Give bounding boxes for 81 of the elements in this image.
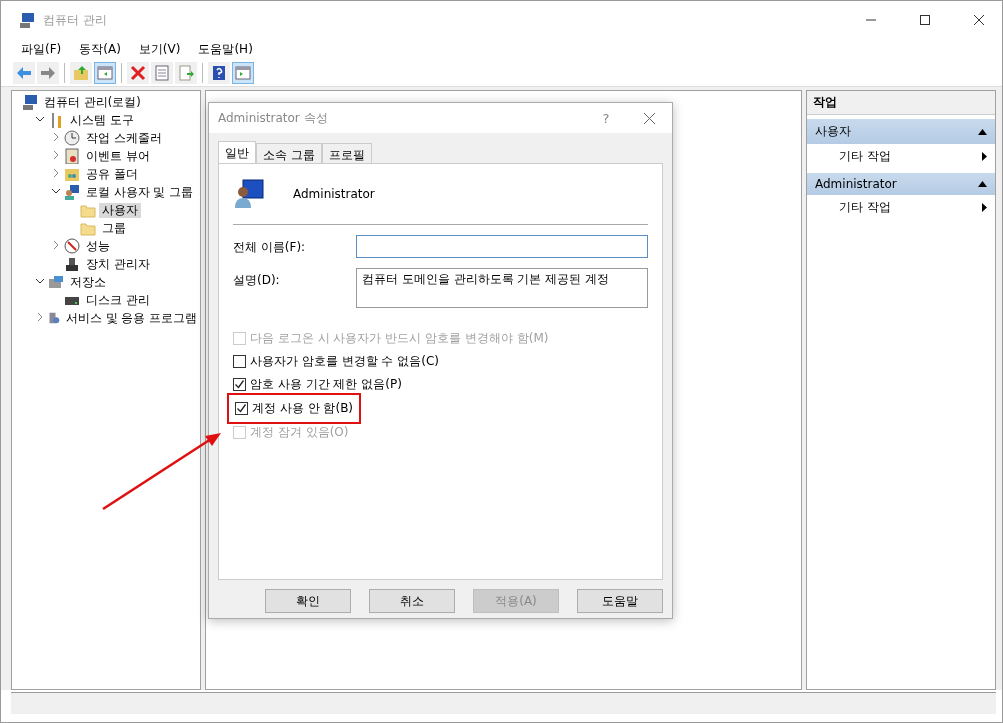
- help-icon: [211, 64, 227, 81]
- submenu-triangle-icon: [982, 203, 987, 212]
- services-icon: [48, 310, 61, 326]
- tree-item[interactable]: 그룹: [99, 220, 129, 236]
- computer-icon: [22, 94, 38, 110]
- section-title: 사용자: [815, 123, 851, 140]
- checkbox[interactable]: [233, 378, 246, 391]
- collapse-triangle-icon[interactable]: [978, 181, 987, 187]
- close-icon: [643, 112, 655, 124]
- properties-icon: [154, 64, 170, 81]
- export-icon: [178, 64, 194, 81]
- action-label: 기타 작업: [839, 199, 891, 216]
- close-icon: [974, 15, 984, 25]
- computer-icon: [19, 12, 35, 28]
- collapse-triangle-icon[interactable]: [978, 128, 987, 135]
- tree-item[interactable]: 공유 폴더: [83, 166, 141, 182]
- chevron-right-icon[interactable]: [51, 240, 61, 250]
- tree-item[interactable]: 사용자: [99, 202, 141, 218]
- window-title: 컴퓨터 관리: [43, 11, 108, 29]
- dialog-button[interactable]: 취소: [369, 589, 455, 613]
- chevron-down-icon[interactable]: [51, 186, 61, 196]
- field-label: 전체 이름(F):: [233, 239, 307, 256]
- shared-folder-icon: [64, 166, 80, 182]
- menu-item[interactable]: 보기(V): [138, 40, 181, 58]
- forward-arrow-icon: [40, 64, 56, 81]
- device-icon: [64, 256, 80, 272]
- folder-up-icon: [73, 64, 89, 81]
- maximize-icon: [920, 15, 930, 25]
- description-field[interactable]: 컴퓨터 도메인을 관리하도록 기본 제공된 계정: [356, 268, 648, 308]
- menu-item[interactable]: 도움말(H): [198, 40, 253, 58]
- action-label: 기타 작업: [839, 148, 891, 165]
- user-monitor-icon: [233, 178, 265, 210]
- input-field[interactable]: [356, 235, 648, 258]
- users-icon: [64, 184, 80, 200]
- dialog-button[interactable]: 확인: [265, 589, 351, 613]
- checkbox[interactable]: [235, 402, 248, 415]
- tree-item[interactable]: 이벤트 뷰어: [83, 148, 153, 164]
- user-name: Administrator: [293, 187, 375, 201]
- section-header[interactable]: Administrator: [807, 173, 995, 195]
- tree-pane-icon: [97, 64, 113, 81]
- chevron-down-icon[interactable]: [35, 114, 45, 124]
- action-item[interactable]: 기타 작업: [807, 195, 995, 220]
- storage-icon: [48, 274, 64, 290]
- delete-icon: [130, 64, 146, 81]
- action-pane-icon: [235, 64, 251, 81]
- dialog-title: Administrator 속성: [218, 109, 329, 127]
- checkbox-label: 사용자가 암호를 변경할 수 없음(C): [250, 353, 439, 370]
- tree-item[interactable]: 장치 관리자: [83, 256, 153, 272]
- checkbox-label: 계정 사용 안 함(B): [252, 400, 354, 417]
- tree-item[interactable]: 컴퓨터 관리(로컬): [41, 94, 144, 110]
- section-header[interactable]: 사용자: [807, 119, 995, 144]
- gauge-icon: [64, 238, 80, 254]
- submenu-triangle-icon: [982, 152, 987, 161]
- tree-item[interactable]: 디스크 관리: [83, 292, 153, 308]
- dialog-button[interactable]: 도움말: [577, 589, 663, 613]
- tree-item[interactable]: 시스템 도구: [67, 112, 137, 128]
- checkbox-label: 암호 사용 기간 제한 없음(P): [250, 376, 402, 393]
- tree-item[interactable]: 작업 스케줄러: [83, 130, 165, 146]
- field-label: 설명(D):: [233, 272, 281, 289]
- tab[interactable]: 소속 그룹: [256, 143, 322, 163]
- tab[interactable]: 일반: [218, 141, 256, 163]
- tree-item[interactable]: 성능: [83, 238, 113, 254]
- chevron-right-icon[interactable]: [35, 312, 45, 322]
- checkbox-label: 계정 잠겨 있음(O): [250, 424, 349, 441]
- menu-item[interactable]: 동작(A): [79, 40, 121, 58]
- checkbox-label: 다음 로그온 시 사용자가 반드시 암호를 변경해야 함(M): [250, 330, 549, 347]
- tree-item[interactable]: 저장소: [67, 274, 109, 290]
- section-title: Administrator: [815, 177, 897, 191]
- tab[interactable]: 프로필: [321, 143, 372, 163]
- chevron-down-icon[interactable]: [35, 276, 45, 286]
- tree-item[interactable]: 서비스 및 응용 프로그램: [63, 310, 200, 326]
- folder-icon: [80, 220, 96, 236]
- actions-title: 작업: [807, 91, 995, 115]
- tree-item[interactable]: 로컬 사용자 및 그룹: [83, 184, 196, 200]
- checkbox[interactable]: [233, 355, 246, 368]
- clock-icon: [64, 130, 80, 146]
- folder-icon: [80, 202, 96, 218]
- action-item[interactable]: 기타 작업: [807, 144, 995, 169]
- log-icon: [64, 148, 80, 164]
- menu-item[interactable]: 파일(F): [21, 40, 62, 58]
- help-button[interactable]: ?: [586, 110, 626, 126]
